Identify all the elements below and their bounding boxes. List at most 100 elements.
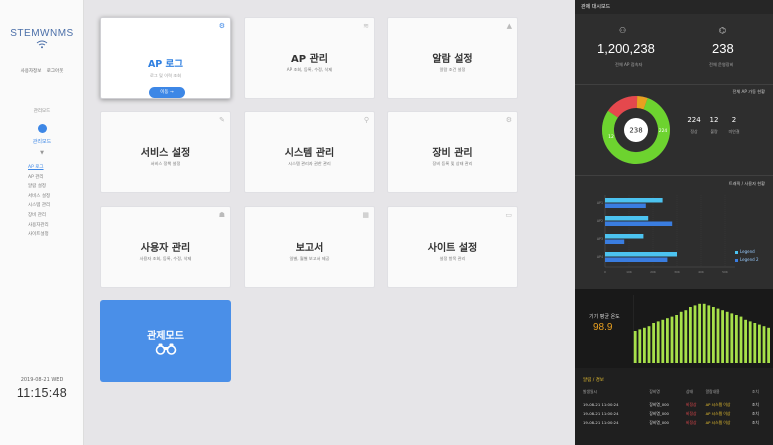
menu-item-alarm[interactable]: 알람 설정	[28, 182, 50, 192]
card-subtitle: 사용자 조회, 등록, 수정, 삭제	[139, 256, 192, 261]
temperature-chart	[633, 295, 770, 363]
temp-bar	[735, 315, 738, 363]
card-subtitle: AP 조회, 등록, 수정, 삭제	[286, 67, 333, 72]
menu-item-ap-log[interactable]: AP 로그	[28, 163, 50, 173]
ap-fault-label: 불량	[710, 129, 718, 134]
card-title: 관제모드	[147, 331, 184, 342]
app-root: STEMWNMS 사용자정보 로그아웃 관리모드 관리모드 ▼ AP 로그 AP…	[0, 0, 773, 445]
traffic-title: 트래픽 / 사용자 현황	[728, 181, 765, 186]
table-header-row: 발생일시 장비명 상태 알람내용 조치	[583, 389, 765, 400]
stat-devices-value: 238	[712, 41, 734, 56]
y-tick-label: AP3	[597, 237, 603, 241]
stat-devices-label: 전체 운영장비	[709, 62, 734, 67]
wifi-icon	[36, 40, 48, 49]
alert-table: 발생일시 장비명 상태 알람내용 조치 19-08-21 11:00:24 장비…	[583, 389, 765, 427]
chevron-down-icon[interactable]: ▼	[0, 150, 84, 156]
menu-item-device[interactable]: 장비 관리	[28, 211, 50, 221]
card-title: 알람 설정	[432, 54, 473, 65]
card-title: 사이트 설정	[427, 243, 478, 254]
card-title: 보고서	[295, 243, 324, 254]
alert-panel: 알림 / 경보 발생일시 장비명 상태 알람내용 조치 19-08-21 11:…	[575, 368, 773, 445]
menu-item-site[interactable]: 사이트설정	[28, 230, 50, 240]
report-icon: ▦	[362, 211, 369, 219]
router-icon: ⌬	[719, 26, 726, 35]
y-tick-label: AP2	[597, 219, 603, 223]
dashboard-panel: 관제 대시보드 ⚇ 1,200,238 전체 AP 접속자 ⌬ 238 전체 운…	[575, 0, 773, 445]
temp-bar	[712, 307, 715, 363]
cell-action[interactable]: 조치	[752, 418, 765, 427]
card-monitor-mode[interactable]: 관제모드	[100, 300, 231, 382]
cell-status: 비정상	[686, 410, 697, 416]
col-header: 발생일시	[583, 389, 597, 394]
menu-item-user[interactable]: 사용자관리	[28, 221, 50, 231]
ap-status-title: 전체 AP 가동 현황	[732, 89, 766, 94]
table-row[interactable]: 19-08-21 11:00:24 장비명_000 비정상 AP 시스템 이상 …	[583, 400, 765, 409]
cell-action[interactable]: 조치	[752, 409, 765, 418]
card-site[interactable]: ▭ 사이트 설정 설정 항목 관리	[387, 206, 518, 288]
temp-bar	[702, 303, 706, 363]
temp-bar	[633, 331, 637, 363]
bar-AP2-0	[605, 216, 649, 221]
col-header: 상태	[686, 389, 693, 394]
temp-bar	[693, 305, 697, 363]
card-subtitle: 알람 조건 설정	[439, 67, 466, 72]
donut-center-text: 238	[629, 127, 642, 135]
stat-users-label: 전체 AP 접속자	[615, 62, 643, 67]
user-info-link[interactable]: 사용자정보	[21, 69, 42, 74]
card-title: 사용자 관리	[140, 243, 191, 254]
mode-indicator[interactable]	[38, 124, 47, 133]
ap-normal-label: 정상	[690, 129, 698, 134]
temp-label: 기기 평균 온도	[589, 314, 620, 320]
bar-AP3-0	[605, 234, 644, 239]
cell-content: AP 시스템 이상	[705, 419, 731, 425]
col-header: 장비명	[649, 389, 660, 394]
y-tick-label: AP4	[597, 255, 603, 259]
card-device[interactable]: ⚙ 장비 관리 장비 등록 및 상태 관리	[387, 111, 518, 193]
stat-users-value: 1,200,238	[597, 41, 655, 56]
divider	[575, 175, 773, 176]
card-title: AP 로그	[147, 59, 184, 70]
go-button[interactable]: 이동 →	[149, 87, 185, 98]
monitor-icon: ▭	[505, 211, 512, 219]
dashboard-title: 관제 대시보드	[575, 0, 773, 14]
gear-icon: ⚙	[218, 22, 225, 30]
card-subtitle: 시스템 관리자 권한 관리	[288, 161, 331, 166]
legend-label: Legend 2	[740, 257, 759, 262]
legend-label: Legend	[740, 249, 755, 254]
users-icon: ☗	[218, 211, 225, 219]
cell-device: 장비명_000	[649, 410, 669, 416]
card-ap-log[interactable]: ⚙ AP 로그 로그 및 이력 조회 이동 →	[100, 17, 231, 99]
mode-name[interactable]: 관리모드	[0, 138, 84, 145]
menu-item-ap-manage[interactable]: AP 관리	[28, 173, 50, 183]
card-user[interactable]: ☗ 사용자 관리 사용자 조회, 등록, 수정, 삭제	[100, 206, 231, 288]
bar-AP3-1	[605, 239, 625, 244]
menu-item-system[interactable]: 시스템 관리	[28, 201, 50, 211]
card-ap-manage[interactable]: ≋ AP 관리 AP 조회, 등록, 수정, 삭제	[244, 17, 375, 99]
divider	[575, 84, 773, 85]
y-tick-label: AP1	[597, 201, 603, 205]
col-header: 조치	[751, 389, 759, 394]
temp-bar	[652, 323, 655, 363]
cell-status: 비정상	[686, 419, 697, 425]
card-title: 서비스 설정	[140, 148, 191, 159]
temp-bar	[675, 315, 678, 363]
cell-action[interactable]: 조치	[752, 400, 765, 409]
cell-time: 19-08-21 11:00:24	[583, 411, 619, 416]
table-row[interactable]: 19-08-21 11:00:24 장비명_000 비정상 AP 시스템 이상 …	[583, 409, 765, 418]
temp-bar	[716, 308, 720, 363]
brand-logo: STEMWNMS	[10, 28, 74, 39]
temp-bar	[758, 324, 761, 363]
card-alarm[interactable]: ▲ 알람 설정 알람 조건 설정	[387, 17, 518, 99]
temp-bar	[661, 319, 665, 363]
donut-slice-1	[607, 96, 638, 118]
temp-bar	[643, 327, 646, 363]
card-service[interactable]: ✎ 서비스 설정 서비스 정책 설정	[100, 111, 231, 193]
temp-bar	[707, 305, 711, 363]
card-system[interactable]: ⚲ 시스템 관리 시스템 관리자 권한 관리	[244, 111, 375, 193]
temp-bar	[679, 311, 683, 363]
logout-link[interactable]: 로그아웃	[47, 69, 64, 74]
network-icon: ⚲	[363, 116, 369, 124]
menu-item-service[interactable]: 서비스 설정	[28, 192, 50, 202]
table-row[interactable]: 19-08-21 11:00:24 장비명_000 비정상 AP 시스템 이상 …	[583, 418, 765, 427]
card-report[interactable]: ▦ 보고서 일별, 월별 보고서 제공	[244, 206, 375, 288]
